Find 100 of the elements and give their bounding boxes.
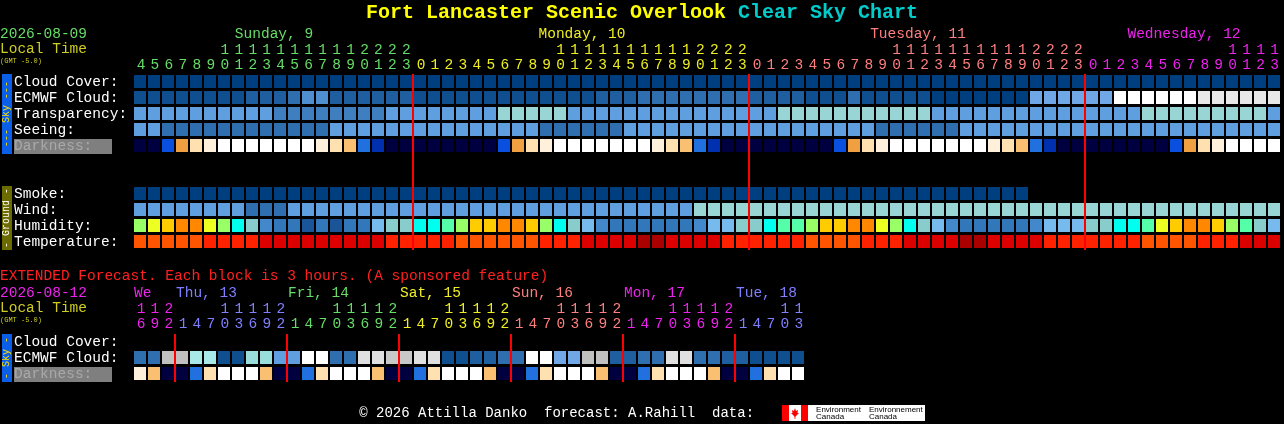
credits-text: © 2026 Attilla Danko forecast: A.Rahill data: bbox=[359, 405, 755, 421]
hour-label: 23 bbox=[402, 43, 411, 73]
row-label: Smoke: bbox=[14, 186, 67, 202]
hour-label: 17 bbox=[318, 43, 327, 73]
day-label: Mon, 17 bbox=[624, 286, 685, 301]
hour-label: 8 bbox=[1200, 58, 1210, 73]
hour-label: 3 bbox=[458, 58, 468, 73]
hour-label: 10 bbox=[668, 302, 678, 332]
hour-label: 14 bbox=[612, 43, 621, 73]
hour-label: 12 bbox=[1256, 43, 1265, 73]
chart-name: Clear Sky Chart bbox=[738, 0, 919, 24]
hour-label: 0 bbox=[1088, 58, 1098, 73]
local-time-label: Local Time bbox=[0, 301, 87, 316]
hour-label: 19 bbox=[346, 43, 355, 73]
hour-label: 19 bbox=[150, 302, 160, 332]
hour-label: 16 bbox=[584, 302, 594, 332]
hour-label: 5 bbox=[486, 58, 496, 73]
hour-label: 5 bbox=[1158, 58, 1168, 73]
hour-label: 9 bbox=[878, 58, 888, 73]
day-label: Tuesday, 11 bbox=[870, 27, 966, 42]
hour-label: 13 bbox=[598, 43, 607, 73]
hour-label: 1 bbox=[290, 317, 300, 332]
hour-label: 5 bbox=[822, 58, 832, 73]
hour-label: 13 bbox=[234, 302, 244, 332]
hour-label: 7 bbox=[766, 317, 776, 332]
hour-label: 4 bbox=[136, 58, 146, 73]
hour-label: 22 bbox=[500, 302, 510, 332]
hour-label: 14 bbox=[276, 43, 285, 73]
day-label: Monday, 10 bbox=[538, 27, 626, 42]
hour-label: 7 bbox=[542, 317, 552, 332]
hour-label: 16 bbox=[136, 302, 146, 332]
hour-label: 13 bbox=[262, 43, 272, 73]
day-label: Tue, 18 bbox=[736, 286, 797, 301]
hour-label: 2 bbox=[1116, 58, 1126, 73]
hour-label: 4 bbox=[304, 317, 314, 332]
hour-label: 7 bbox=[514, 58, 524, 73]
date-label: 2026-08-12 bbox=[0, 286, 87, 301]
hour-label: 22 bbox=[612, 302, 622, 332]
hour-label: 19 bbox=[598, 302, 608, 332]
hour-label: 10 bbox=[556, 43, 565, 73]
hour-label: 15 bbox=[626, 43, 635, 73]
extended-forecast-note: EXTENDED Forecast. Each block is 3 hours. (A sponsored feature) bbox=[0, 268, 549, 284]
date-label: 2026-08-09 bbox=[0, 27, 87, 42]
hour-label: 22 bbox=[723, 43, 733, 73]
day-label: Thu, 13 bbox=[176, 286, 237, 301]
hour-label: 21 bbox=[1046, 43, 1055, 73]
hour-label: 22 bbox=[388, 302, 398, 332]
row-label: Humidity: bbox=[14, 218, 93, 234]
hour-label: 3 bbox=[794, 58, 804, 73]
hour-label: 12 bbox=[920, 43, 929, 73]
hour-label: 1 bbox=[402, 317, 412, 332]
hour-label: 20 bbox=[696, 43, 705, 73]
hour-label: 10 bbox=[220, 302, 230, 332]
hour-label: 13 bbox=[458, 302, 468, 332]
hour-label: 6 bbox=[1172, 58, 1182, 73]
hour-label: 19 bbox=[710, 302, 720, 332]
hour-label: 10 bbox=[892, 43, 901, 73]
row-label: ECMWF Cloud: bbox=[14, 350, 119, 366]
hour-label: 0 bbox=[752, 58, 762, 73]
hour-label: 10 bbox=[780, 302, 790, 332]
hour-label: 15 bbox=[962, 43, 971, 73]
hour-label: 18 bbox=[668, 43, 677, 73]
hour-label: 17 bbox=[990, 43, 999, 73]
hour-label: 13 bbox=[794, 302, 804, 332]
hour-label: 13 bbox=[682, 302, 692, 332]
hour-label: 6 bbox=[164, 58, 174, 73]
day-label: We bbox=[134, 286, 152, 301]
hour-label: 9 bbox=[206, 58, 216, 73]
hour-label: 23 bbox=[737, 43, 747, 73]
hour-label: 8 bbox=[192, 58, 202, 73]
hour-label: 2 bbox=[780, 58, 790, 73]
row-label: Cloud Cover: bbox=[14, 74, 119, 90]
site-name: Fort Lancaster Scenic Overlook bbox=[365, 0, 726, 24]
hour-label: 4 bbox=[528, 317, 538, 332]
hour-label: 6 bbox=[500, 58, 510, 73]
row-label: Temperature: bbox=[14, 234, 119, 250]
hour-label: 9 bbox=[1214, 58, 1224, 73]
hour-label: 7 bbox=[178, 58, 188, 73]
hour-label: 13 bbox=[346, 302, 356, 332]
day-label: Wednesday, 12 bbox=[1127, 27, 1241, 42]
hour-label: 14 bbox=[948, 43, 957, 73]
hour-label: 13 bbox=[1270, 43, 1279, 73]
hour-label: 11 bbox=[570, 43, 579, 73]
hour-label: 4 bbox=[1144, 58, 1154, 73]
hour-label: 1 bbox=[178, 317, 188, 332]
hour-label: 22 bbox=[1059, 43, 1069, 73]
logo-text: Environnement Canada bbox=[869, 406, 923, 420]
local-time-label: Local Time bbox=[0, 42, 87, 57]
hour-label: 16 bbox=[304, 43, 313, 73]
hour-label: 17 bbox=[654, 43, 663, 73]
hour-label: 18 bbox=[1004, 43, 1013, 73]
hour-label: 4 bbox=[472, 58, 482, 73]
hour-label: 8 bbox=[864, 58, 874, 73]
hour-label: 7 bbox=[206, 317, 216, 332]
hour-label: 0 bbox=[416, 58, 426, 73]
hour-label: 19 bbox=[1018, 43, 1027, 73]
hour-label: 7 bbox=[318, 317, 328, 332]
hour-label: 10 bbox=[444, 302, 454, 332]
day-label: Fri, 14 bbox=[288, 286, 349, 301]
hour-label: 9 bbox=[542, 58, 552, 73]
